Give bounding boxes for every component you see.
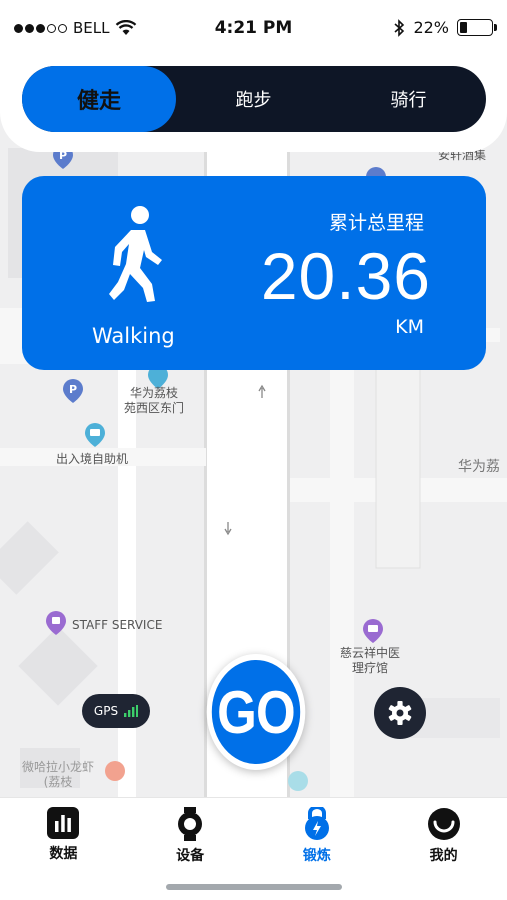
parking-pin-icon[interactable]: P — [62, 378, 84, 404]
gps-status-badge: GPS — [82, 694, 150, 728]
food-pin-icon[interactable] — [104, 760, 126, 786]
bluetooth-icon — [394, 18, 405, 37]
status-bar: BELL 4:21 PM 22% — [0, 0, 507, 58]
tab-data[interactable]: 数据 — [0, 798, 127, 863]
total-distance-value: 20.36 — [260, 239, 431, 313]
poi-pin-icon[interactable] — [287, 770, 309, 796]
svg-text:P: P — [69, 383, 77, 396]
battery-icon — [457, 19, 497, 36]
tab-walking[interactable]: 健走 — [22, 66, 176, 132]
activity-label: Walking — [92, 324, 175, 348]
distance-unit: KM — [395, 316, 424, 338]
service-pin-icon[interactable] — [45, 610, 67, 636]
watch-icon — [178, 807, 203, 841]
tab-me[interactable]: 我的 — [380, 798, 507, 864]
gear-icon — [388, 701, 412, 725]
map-label-kiosk: 出入境自助机 — [56, 452, 129, 466]
tab-me-label: 我的 — [429, 848, 458, 864]
kiosk-pin-icon[interactable] — [84, 422, 106, 448]
total-distance-card: Walking 累计总里程 20.36 KM — [22, 176, 486, 370]
mode-segmented-control: 健走 跑步 骑行 — [22, 66, 486, 132]
tab-device[interactable]: 设备 — [127, 798, 254, 864]
gps-signal-icon — [124, 705, 139, 717]
mode-selector-card: 健走 跑步 骑行 — [0, 50, 507, 152]
walking-person-icon — [109, 206, 162, 302]
tab-workout-label: 锻炼 — [302, 848, 331, 864]
tab-data-label: 数据 — [49, 846, 78, 862]
chart-icon — [47, 807, 80, 839]
map-label-clinic: 慈云祥中医 理疗馆 — [340, 646, 401, 675]
home-indicator[interactable] — [166, 884, 342, 890]
tab-cycling[interactable]: 骑行 — [331, 66, 486, 132]
battery-percent: 22% — [413, 18, 449, 37]
tab-workout[interactable]: 锻炼 — [254, 798, 381, 864]
settings-button[interactable] — [374, 687, 426, 739]
tab-device-label: 设备 — [176, 848, 205, 864]
map-label-staff-service: STAFF SERVICE — [72, 618, 163, 632]
tab-running[interactable]: 跑步 — [176, 66, 331, 132]
battery-level — [460, 22, 467, 33]
start-workout-button[interactable]: GO — [206, 654, 306, 770]
kettlebell-icon — [304, 807, 329, 840]
smile-icon — [427, 808, 460, 840]
map-label-shop: 微哈拉小龙虾 (荔枝 — [22, 760, 95, 789]
gps-label: GPS — [93, 704, 119, 718]
clinic-pin-icon[interactable] — [362, 618, 384, 644]
total-distance-label: 累计总里程 — [328, 212, 424, 234]
map-label-gate: 华为荔枝 苑西区东门 — [124, 386, 185, 415]
map-label-huawei: 华为荔 — [458, 459, 500, 475]
bottom-tab-bar: 数据 设备 锻炼 我的 — [0, 797, 507, 864]
